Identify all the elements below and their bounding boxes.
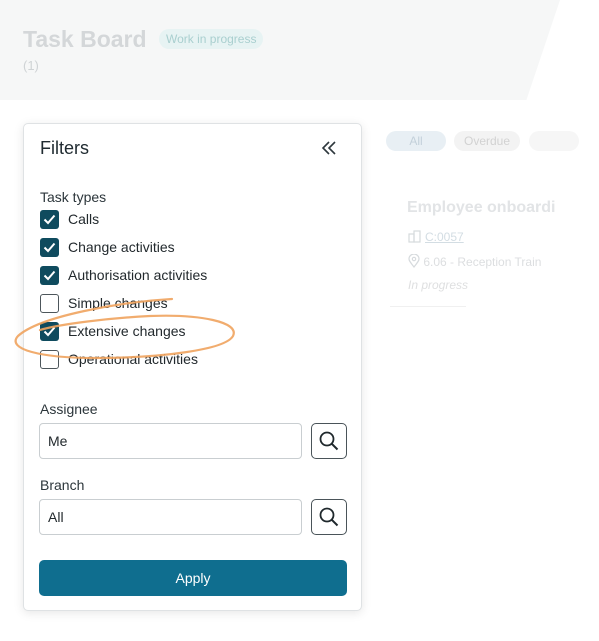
branch-search-button[interactable]: [311, 499, 347, 535]
assignee-label: Assignee: [40, 401, 98, 417]
tab-overdue[interactable]: Overdue: [454, 131, 520, 151]
card-divider: [390, 306, 466, 307]
task-type-label: Extensive changes: [68, 323, 186, 339]
task-type-option[interactable]: Simple changes: [40, 293, 168, 313]
task-type-checkbox[interactable]: [40, 349, 59, 369]
task-type-label: Operational activities: [68, 351, 198, 367]
task-type-label: Authorisation activities: [68, 267, 208, 283]
tab-all[interactable]: All: [386, 131, 446, 151]
task-type-label: Change activities: [68, 239, 175, 255]
filters-panel: Filters Task types Calls Change activitie…: [23, 123, 362, 611]
task-card-title[interactable]: Employee onboardi: [407, 199, 567, 217]
task-card-ref-link[interactable]: C:0057: [425, 230, 464, 244]
task-count: (1): [23, 58, 39, 73]
task-card-location: 6.06 - Reception Train: [408, 254, 558, 269]
apply-button[interactable]: Apply: [39, 560, 347, 596]
task-card-location-text: 6.06 - Reception Train: [423, 255, 542, 269]
task-type-checkbox[interactable]: [40, 209, 59, 229]
task-type-checkbox[interactable]: [40, 265, 59, 285]
branch-input[interactable]: [39, 499, 302, 535]
search-icon: [319, 507, 339, 527]
search-icon: [319, 431, 339, 451]
task-type-option[interactable]: Calls: [40, 209, 99, 229]
collapse-panel-button[interactable]: [316, 136, 342, 160]
task-type-label: Calls: [68, 211, 100, 227]
task-card-status: In progress: [408, 278, 469, 292]
double-chevron-left-icon: [321, 141, 336, 155]
branch-label: Branch: [40, 477, 85, 493]
task-type-checkbox[interactable]: [40, 321, 59, 341]
checkmark-icon: [43, 242, 56, 252]
task-type-label: Simple changes: [68, 295, 168, 311]
filters-title: Filters: [40, 138, 89, 158]
tab-more[interactable]: [529, 131, 579, 151]
task-type-option[interactable]: Extensive changes: [40, 321, 186, 341]
task-card-ref: C:0057: [408, 230, 464, 244]
page-title: Task Board: [23, 26, 147, 52]
checkmark-icon: [43, 214, 56, 224]
task-type-option[interactable]: Change activities: [40, 237, 175, 257]
task-types-label: Task types: [40, 189, 107, 205]
task-type-checkbox[interactable]: [40, 237, 59, 257]
task-type-option[interactable]: Authorisation activities: [40, 265, 207, 285]
task-type-option[interactable]: Operational activities: [40, 349, 198, 369]
building-icon: [408, 230, 421, 243]
assignee-search-button[interactable]: [311, 423, 347, 459]
location-pin-icon: [408, 254, 420, 268]
task-type-checkbox[interactable]: [40, 293, 59, 313]
checkmark-icon: [43, 270, 56, 280]
checkmark-icon: [43, 326, 56, 336]
status-badge: Work in progress: [159, 29, 264, 49]
assignee-input[interactable]: [39, 423, 302, 459]
